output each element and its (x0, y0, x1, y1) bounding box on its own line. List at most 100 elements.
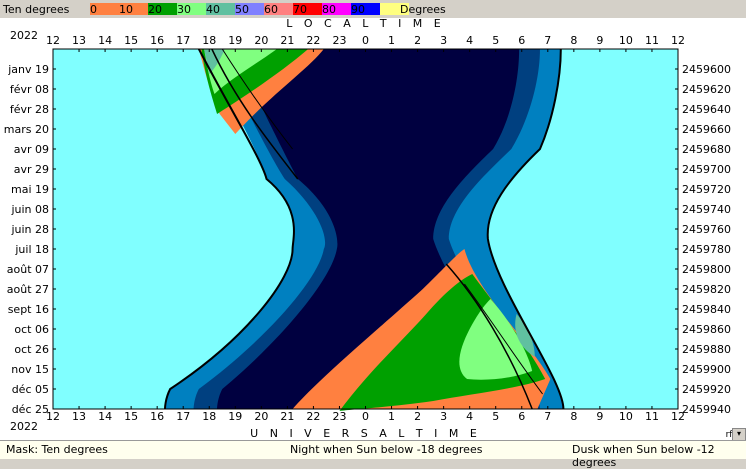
legend-swatch-label: 10 (119, 3, 133, 16)
julian-date-label: 2459940 (682, 403, 731, 416)
date-tick-label: sept 16 (8, 303, 49, 316)
date-tick-label: oct 06 (14, 323, 49, 336)
hour-tick-bottom: 3 (440, 410, 447, 423)
hour-tick-bottom: 18 (202, 410, 216, 423)
date-tick-label: févr 08 (10, 83, 49, 96)
hour-tick-top: 18 (202, 34, 216, 47)
hour-tick-top: 8 (570, 34, 577, 47)
hour-tick-top: 5 (492, 34, 499, 47)
legend-bar: Ten degrees 0 10 20 30 40 50 60 70 80 90 Degrees (0, 0, 746, 18)
date-tick-label: juil 18 (14, 243, 49, 256)
date-tick-label: déc 25 (12, 403, 49, 416)
julian-date-label: 2459860 (682, 323, 731, 336)
legend-swatch-label: 50 (235, 3, 249, 16)
hour-tick-bottom: 13 (72, 410, 86, 423)
hour-tick-bottom: 4 (466, 410, 473, 423)
hour-tick-top: 22 (306, 34, 320, 47)
julian-date-label: 2459900 (682, 363, 731, 376)
julian-date-label: 2459640 (682, 103, 731, 116)
hour-tick-bottom: 7 (544, 410, 551, 423)
date-tick-label: janv 19 (7, 63, 49, 76)
legend-swatch-label: 60 (264, 3, 278, 16)
hour-tick-top: 11 (645, 34, 659, 47)
hour-tick-bottom: 8 (570, 410, 577, 423)
hour-tick-top: 3 (440, 34, 447, 47)
hour-tick-bottom: 10 (619, 410, 633, 423)
status-dusk: Dusk when Sun below -12 degrees (572, 443, 715, 469)
julian-date-label: 2459780 (682, 243, 731, 256)
chart-svg: L O C A L T I M E U N I V E R S A L T I M… (4, 18, 733, 440)
hour-tick-top: 4 (466, 34, 473, 47)
julian-date-label: 2459700 (682, 163, 731, 176)
hour-tick-top: 0 (362, 34, 369, 47)
legend-swatch-label: 20 (148, 3, 162, 16)
legend-swatch-label: 40 (206, 3, 220, 16)
legend-swatch-label: 80 (322, 3, 336, 16)
hour-tick-bottom: 6 (518, 410, 525, 423)
status-night: Night when Sun below -18 degrees (290, 443, 483, 456)
hour-tick-top: 23 (332, 34, 346, 47)
julian-date-label: 2459620 (682, 83, 731, 96)
hour-tick-bottom: 14 (98, 410, 112, 423)
year-label-top: 2022 (10, 29, 38, 42)
julian-date-label: 2459660 (682, 123, 731, 136)
julian-date-label: 2459820 (682, 283, 731, 296)
date-tick-label: mai 19 (11, 183, 49, 196)
julian-date-label: 2459800 (682, 263, 731, 276)
hour-tick-bottom: 1 (388, 410, 395, 423)
legend-swatch-label: 30 (177, 3, 191, 16)
date-tick-label: oct 26 (14, 343, 49, 356)
julian-date-label: 2459880 (682, 343, 731, 356)
hour-tick-top: 17 (176, 34, 190, 47)
julian-date-label: 2459920 (682, 383, 731, 396)
hour-tick-top: 15 (124, 34, 138, 47)
hour-tick-bottom: 0 (362, 410, 369, 423)
hour-tick-bottom: 11 (645, 410, 659, 423)
date-tick-label: juin 08 (10, 203, 49, 216)
julian-date-label: 2459600 (682, 63, 731, 76)
hour-tick-top: 20 (254, 34, 268, 47)
hour-tick-top: 12 (671, 34, 685, 47)
status-mask: Mask: Ten degrees (6, 443, 108, 456)
julian-date-label: 2459840 (682, 303, 731, 316)
julian-date-label: 2459740 (682, 203, 731, 216)
hour-tick-top: 7 (544, 34, 551, 47)
legend-swatch-label: 70 (293, 3, 307, 16)
hour-tick-bottom: 15 (124, 410, 138, 423)
universal-time-title: U N I V E R S A L T I M E (250, 427, 481, 440)
date-tick-label: mars 20 (4, 123, 49, 136)
hour-tick-top: 16 (150, 34, 164, 47)
date-tick-label: nov 15 (11, 363, 49, 376)
julian-date-label: 2459720 (682, 183, 731, 196)
date-tick-label: juin 28 (10, 223, 49, 236)
hour-tick-top: 12 (46, 34, 60, 47)
date-tick-label: déc 05 (12, 383, 49, 396)
hour-tick-bottom: 20 (254, 410, 268, 423)
hour-tick-bottom: 22 (306, 410, 320, 423)
hour-tick-top: 19 (228, 34, 242, 47)
year-label-bottom: 2022 (10, 420, 38, 433)
hour-tick-bottom: 5 (492, 410, 499, 423)
hour-tick-top: 6 (518, 34, 525, 47)
hour-tick-top: 2 (414, 34, 421, 47)
date-tick-label: août 07 (7, 263, 49, 276)
hour-tick-bottom: 17 (176, 410, 190, 423)
hour-tick-bottom: 21 (280, 410, 294, 423)
hour-tick-bottom: 19 (228, 410, 242, 423)
hour-tick-top: 13 (72, 34, 86, 47)
date-tick-label: févr 28 (10, 103, 49, 116)
hour-tick-top: 1 (388, 34, 395, 47)
legend-left-label: Ten degrees (3, 3, 70, 16)
status-bar: Mask: Ten degrees Night when Sun below -… (0, 440, 746, 469)
julian-date-label: 2459760 (682, 223, 731, 236)
hour-tick-bottom: 9 (596, 410, 603, 423)
julian-date-label: 2459680 (682, 143, 731, 156)
legend-swatch-label: 90 (351, 3, 365, 16)
local-time-title: L O C A L T I M E (286, 18, 445, 30)
legend-right-label: Degrees (400, 3, 446, 16)
date-tick-label: avr 29 (14, 163, 49, 176)
legend-swatch-label: 0 (90, 3, 97, 16)
night-chart-window: Ten degrees 0 10 20 30 40 50 60 70 80 90 Degrees … (0, 0, 746, 469)
date-tick-label: août 27 (7, 283, 49, 296)
hour-tick-top: 14 (98, 34, 112, 47)
